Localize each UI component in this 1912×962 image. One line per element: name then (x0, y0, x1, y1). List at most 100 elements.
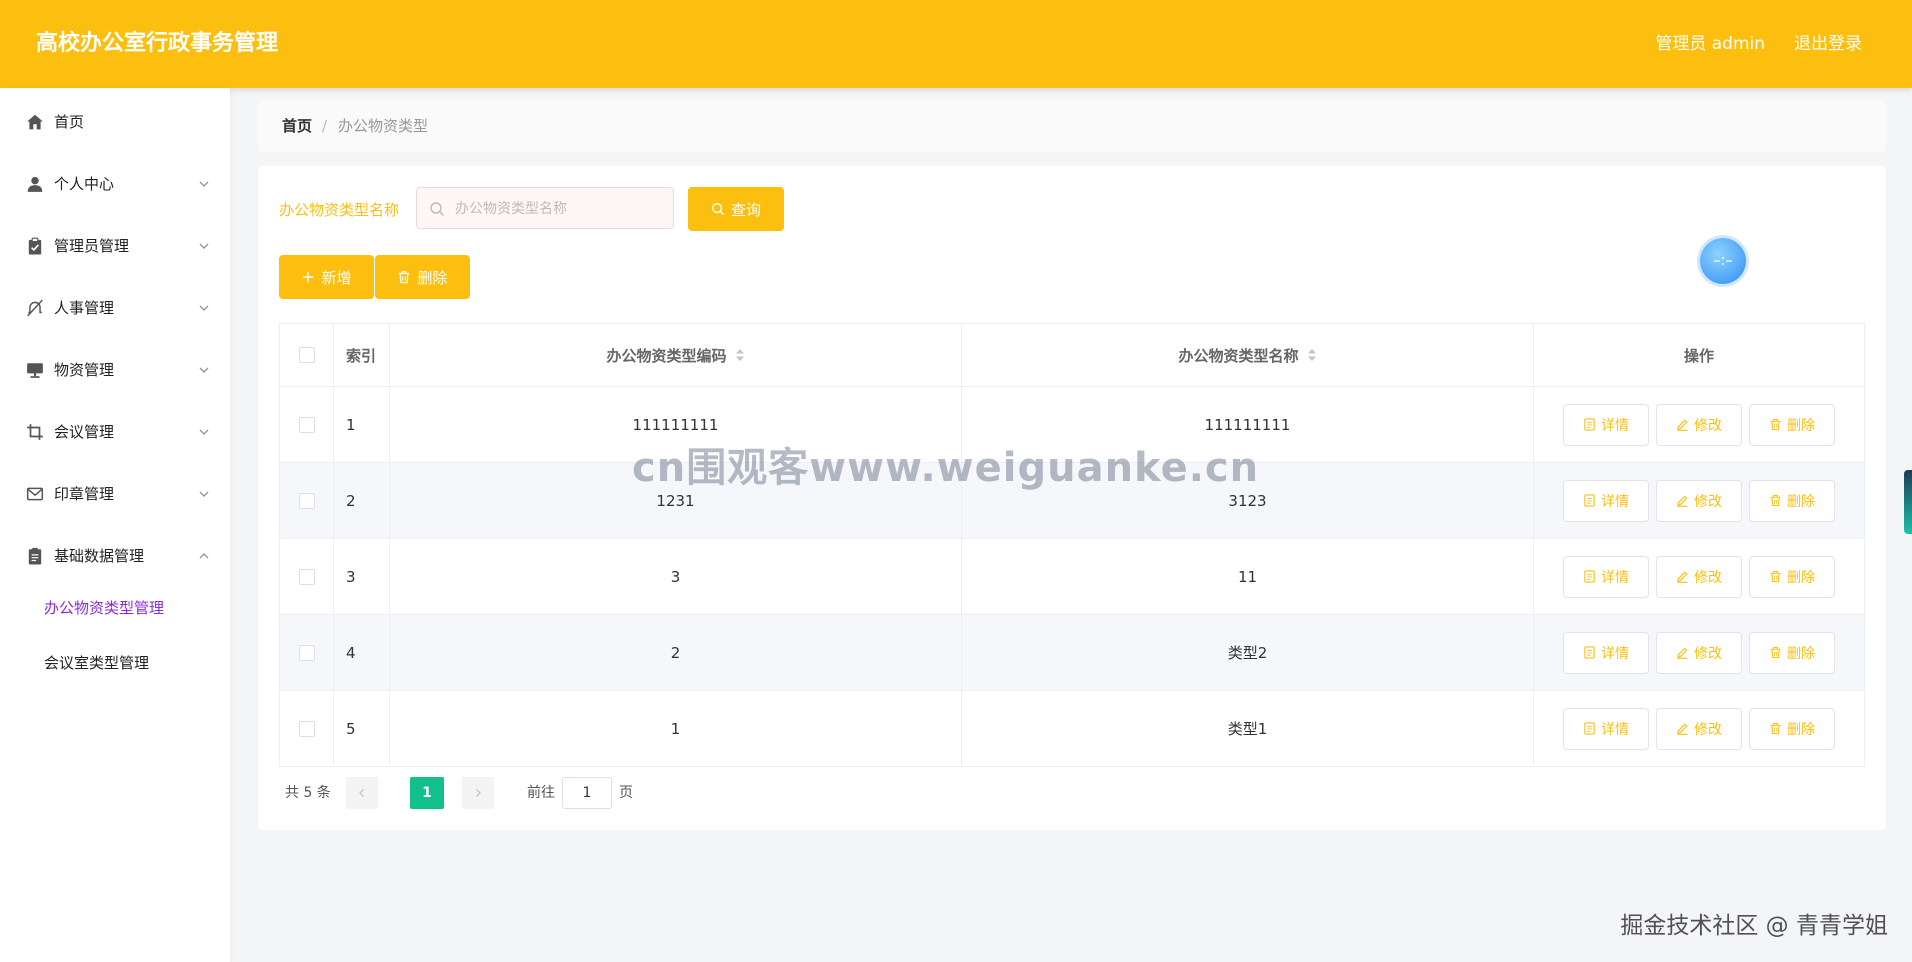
chevron-down-icon (198, 302, 210, 314)
header-operations: 操作 (1683, 346, 1714, 365)
sidebar-item-seal-management[interactable]: 印章管理 (0, 468, 230, 518)
delete-button[interactable]: 删除 (1749, 403, 1835, 446)
page-suffix: 页 (619, 785, 633, 801)
plus-icon (303, 271, 314, 283)
row-index: 2 (334, 463, 390, 538)
monitor-icon (26, 361, 44, 379)
detail-button[interactable]: 详情 (1563, 631, 1649, 674)
next-page-button[interactable] (462, 777, 494, 809)
header-name-label: 办公物资类型名称 (1178, 346, 1299, 365)
add-button[interactable]: 新增 (279, 255, 374, 299)
submenu-item-supplies-type[interactable]: 办公物资类型管理 (0, 584, 230, 632)
logout-link[interactable]: 退出登录 (1794, 0, 1862, 88)
row-name: 类型2 (962, 615, 1534, 690)
row-operations: 详情 修改 删除 (1534, 691, 1864, 766)
document-icon (26, 547, 44, 565)
row-checkbox-cell (280, 691, 334, 766)
top-header: 高校办公室行政事务管理 管理员 admin 退出登录 (0, 0, 1912, 88)
select-all-checkbox[interactable] (298, 347, 315, 363)
add-button-label: 新增 (321, 268, 352, 287)
row-checkbox[interactable] (298, 568, 315, 585)
delete-button[interactable]: 删除 (1749, 479, 1835, 522)
row-index: 1 (334, 387, 390, 462)
edge-side-tab[interactable] (1904, 470, 1912, 534)
sidebar-item-home[interactable]: 首页 (0, 96, 230, 146)
chevron-down-icon (198, 426, 210, 438)
edit-icon (1677, 495, 1688, 507)
delete-button-label: 删除 (417, 268, 448, 287)
filter-label: 办公物资类型名称 (279, 201, 400, 219)
delete-button[interactable]: 删除 (1749, 555, 1835, 598)
row-checkbox-cell (280, 615, 334, 690)
batch-delete-button[interactable]: 删除 (375, 255, 470, 299)
goto-label: 前往 (527, 785, 555, 801)
edit-icon (1677, 571, 1688, 583)
row-checkbox[interactable] (298, 416, 315, 433)
detail-button[interactable]: 详情 (1563, 479, 1649, 522)
detail-label: 详情 (1601, 493, 1629, 510)
user-icon (26, 175, 44, 193)
detail-button[interactable]: 详情 (1563, 555, 1649, 598)
row-checkbox[interactable] (298, 644, 315, 661)
sidebar-item-label: 个人中心 (54, 175, 115, 193)
delete-button[interactable]: 删除 (1749, 631, 1835, 674)
submenu-item-meeting-room-type[interactable]: 会议室类型管理 (0, 639, 230, 687)
detail-button[interactable]: 详情 (1563, 403, 1649, 446)
trash-icon (1770, 570, 1781, 583)
sidebar-item-label: 会议管理 (54, 423, 115, 441)
edit-button[interactable]: 修改 (1656, 555, 1742, 598)
bell-off-icon (26, 299, 44, 317)
sidebar-item-basic-data-management[interactable]: 基础数据管理 (0, 530, 230, 580)
edit-icon (1677, 419, 1688, 431)
sort-icon[interactable] (1307, 348, 1317, 362)
edit-icon (1677, 723, 1688, 735)
row-index: 3 (334, 539, 390, 614)
table-row: 3 3 11 详情 修改 删除 (280, 538, 1864, 614)
delete-label: 删除 (1787, 721, 1815, 738)
supplies-type-table: 索引 办公物资类型编码 办公物资类型名称 操作 1 111111111 1111… (279, 323, 1865, 767)
edit-button[interactable]: 修改 (1656, 479, 1742, 522)
sidebar-item-hr-management[interactable]: 人事管理 (0, 282, 230, 332)
header-code[interactable]: 办公物资类型编码 (390, 324, 962, 386)
content-card: 办公物资类型名称 查询 新增 删除 索引 办公物资类型编码 办公物资类型名称 操… (258, 166, 1886, 830)
delete-label: 删除 (1787, 569, 1815, 586)
row-code: 1 (390, 691, 962, 766)
mail-icon (26, 485, 44, 503)
document-icon (1584, 418, 1595, 431)
sort-icon[interactable] (735, 348, 745, 362)
sidebar-item-label: 基础数据管理 (54, 547, 145, 565)
edit-icon (1677, 647, 1688, 659)
page-number-current[interactable]: 1 (410, 777, 444, 809)
prev-page-button[interactable] (346, 777, 378, 809)
floating-assistant-button[interactable] (1700, 238, 1746, 284)
delete-button[interactable]: 删除 (1749, 707, 1835, 750)
edit-button[interactable]: 修改 (1656, 707, 1742, 750)
chevron-down-icon (198, 178, 210, 190)
search-icon (429, 201, 445, 217)
breadcrumb-home[interactable]: 首页 (282, 100, 312, 152)
sidebar-item-supplies-management[interactable]: 物资管理 (0, 344, 230, 394)
chevron-down-icon (198, 488, 210, 500)
header-name[interactable]: 办公物资类型名称 (962, 324, 1534, 386)
sidebar-item-admin-management[interactable]: 管理员管理 (0, 220, 230, 270)
sidebar-item-label: 人事管理 (54, 299, 115, 317)
row-checkbox-cell (280, 463, 334, 538)
delete-label: 删除 (1787, 493, 1815, 510)
chevron-down-icon (198, 364, 210, 376)
search-input[interactable] (453, 188, 667, 230)
row-checkbox[interactable] (298, 492, 315, 509)
row-code: 3 (390, 539, 962, 614)
sidebar-item-label: 管理员管理 (54, 237, 130, 255)
edit-button[interactable]: 修改 (1656, 403, 1742, 446)
query-button[interactable]: 查询 (688, 187, 784, 231)
sidebar-item-meeting-management[interactable]: 会议管理 (0, 406, 230, 456)
row-checkbox[interactable] (298, 720, 315, 737)
sidebar-item-personal-center[interactable]: 个人中心 (0, 158, 230, 208)
detail-button[interactable]: 详情 (1563, 707, 1649, 750)
edit-button[interactable]: 修改 (1656, 631, 1742, 674)
goto-page-input[interactable] (562, 777, 612, 809)
sidebar-item-label: 印章管理 (54, 485, 115, 503)
app-title: 高校办公室行政事务管理 (36, 31, 279, 56)
header-code-label: 办公物资类型编码 (606, 346, 727, 365)
row-operations: 详情 修改 删除 (1534, 615, 1864, 690)
